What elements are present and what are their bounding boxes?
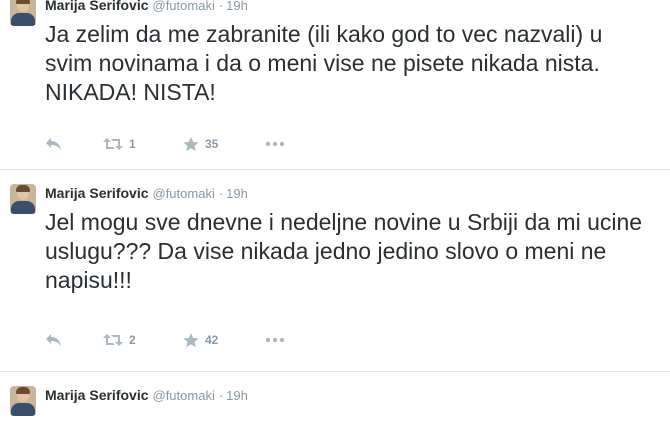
tweet-text: Jel mogu sve dnevne i nedeljne novine u … [45,209,643,293]
tweet-header: Marija Serifovic @futomaki · 19h [45,184,248,203]
favorite-button[interactable]: 42 [183,330,218,350]
tweet[interactable]: Marija Serifovic @futomaki · 19h Ja zelim d… [0,0,670,157]
avatar[interactable] [10,386,36,416]
tweet-timestamp[interactable]: 19h [226,0,248,13]
favorite-count: 42 [205,333,219,347]
separator-dot: · [218,388,224,403]
reply-button[interactable] [45,330,62,350]
favorite-count: 35 [205,137,219,151]
author-fullname[interactable]: Marija Serifovic [45,387,149,403]
retweet-count: 1 [129,137,136,151]
retweet-icon [103,138,123,150]
author-username[interactable]: @futomaki [153,0,215,13]
separator-dot: · [218,186,224,201]
favorite-button[interactable]: 35 [183,134,218,154]
retweet-count: 2 [129,333,136,347]
separator-dot: · [218,0,224,13]
avatar[interactable] [10,0,36,26]
more-dots-icon [265,141,285,147]
tweet[interactable]: Marija Serifovic @futomaki · 19h Jel mogu s… [0,170,670,366]
author-fullname[interactable]: Marija Serifovic [45,185,149,201]
tweet-timestamp[interactable]: 19h [226,186,248,201]
author-username[interactable]: @futomaki [153,388,215,403]
more-button[interactable] [265,330,285,350]
tweet[interactable]: Marija Serifovic @futomaki · 19h [0,372,670,432]
star-icon [183,332,199,347]
author-fullname[interactable]: Marija Serifovic [45,0,149,13]
author-username[interactable]: @futomaki [153,186,215,201]
reply-icon [46,334,61,346]
reply-button[interactable] [45,134,62,154]
retweet-button[interactable]: 2 [103,330,136,350]
reply-icon [46,138,61,150]
more-dots-icon [265,337,285,343]
tweet-text: Ja zelim da me zabranite (ili kako god t… [45,21,603,105]
tweet-header: Marija Serifovic @futomaki · 19h [45,0,248,15]
star-icon [183,136,199,151]
tweet-timestamp[interactable]: 19h [226,388,248,403]
tweet-header: Marija Serifovic @futomaki · 19h [45,386,248,405]
avatar[interactable] [10,184,36,214]
retweet-icon [103,334,123,346]
retweet-button[interactable]: 1 [103,134,136,154]
more-button[interactable] [265,134,285,154]
